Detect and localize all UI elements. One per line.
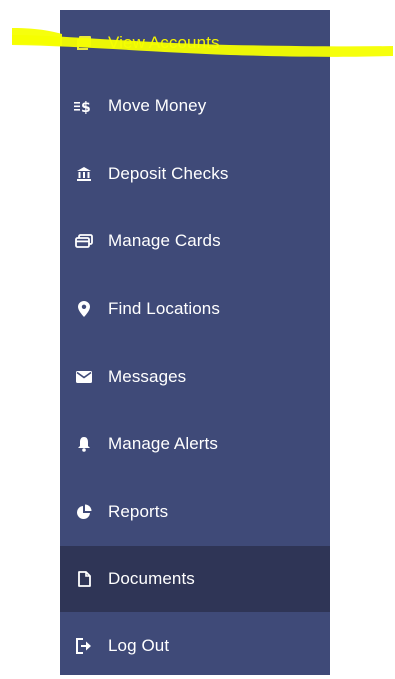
- sidebar-item-label: Messages: [108, 367, 187, 386]
- cards-icon: [60, 234, 108, 248]
- sidebar-item-label: View Accounts: [108, 33, 220, 52]
- sidebar-item-label: Documents: [108, 569, 195, 588]
- sidebar-item-find-locations[interactable]: Find Locations: [60, 276, 330, 342]
- sidebar-item-log-out[interactable]: Log Out: [60, 613, 330, 679]
- svg-text:$: $: [81, 100, 91, 114]
- pie-chart-icon: [60, 504, 108, 520]
- sidebar-item-label: Find Locations: [108, 299, 220, 318]
- accounts-icon: [60, 35, 108, 51]
- sidebar-item-label: Manage Cards: [108, 231, 221, 250]
- logout-icon: [60, 638, 108, 654]
- sidebar-item-documents[interactable]: Documents: [60, 546, 330, 612]
- sidebar-item-messages[interactable]: Messages: [60, 344, 330, 410]
- sidebar-item-manage-alerts[interactable]: Manage Alerts: [60, 411, 330, 477]
- sidebar-item-deposit-checks[interactable]: Deposit Checks: [60, 141, 330, 207]
- envelope-icon: [60, 371, 108, 383]
- sidebar-item-label: Reports: [108, 502, 169, 521]
- location-pin-icon: [60, 301, 108, 317]
- sidebar-item-move-money[interactable]: $ Move Money: [60, 73, 330, 139]
- sidebar-nav: View Accounts $ Move Money Deposit Check…: [60, 10, 330, 675]
- bell-icon: [60, 436, 108, 452]
- sidebar-item-manage-cards[interactable]: Manage Cards: [60, 208, 330, 274]
- sidebar-item-label: Deposit Checks: [108, 164, 229, 183]
- sidebar-item-view-accounts[interactable]: View Accounts: [60, 10, 330, 76]
- sidebar-item-label: Log Out: [108, 636, 170, 655]
- document-icon: [60, 571, 108, 587]
- sidebar-item-label: Move Money: [108, 96, 207, 115]
- transfer-dollar-icon: $: [60, 98, 108, 114]
- bank-icon: [60, 166, 108, 182]
- sidebar-item-label: Manage Alerts: [108, 434, 218, 453]
- sidebar-item-reports[interactable]: Reports: [60, 479, 330, 545]
